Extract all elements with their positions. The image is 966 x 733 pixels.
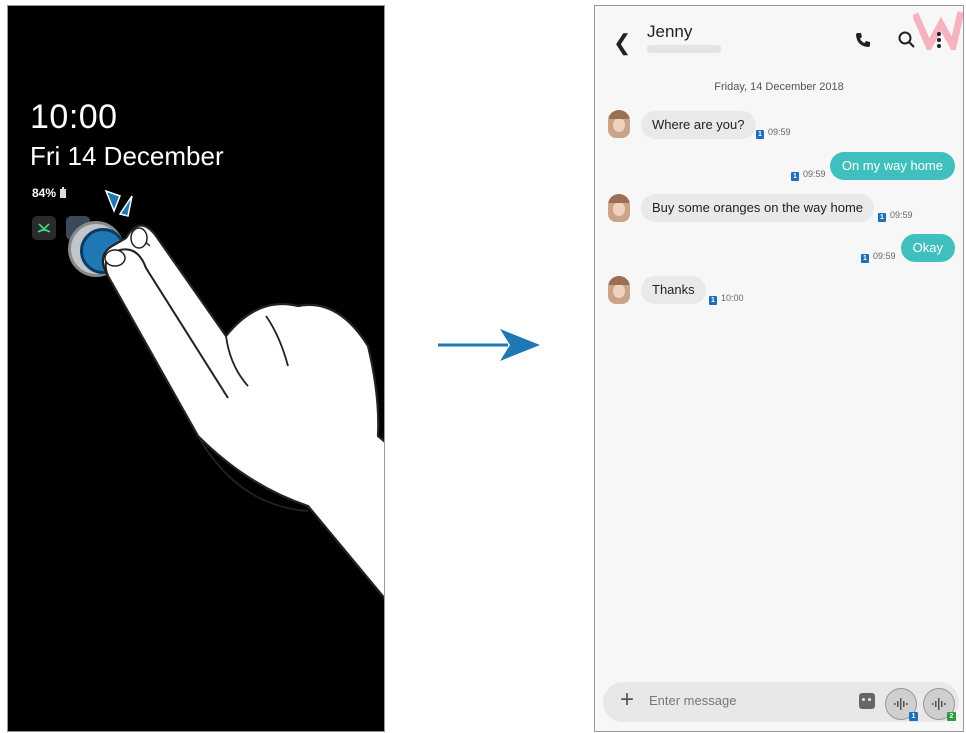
incoming-message-bubble[interactable]: Where are you? [641,111,756,139]
message-time: 09:59 [803,169,826,179]
message-input[interactable] [649,693,839,708]
add-attachment-icon[interactable]: + [620,688,634,712]
message-time: 09:59 [768,127,791,137]
message-time: 10:00 [721,293,744,303]
date-separator: Friday, 14 December 2018 [714,81,844,93]
message-timestamp: 1 09:59 [878,210,913,222]
messages-conversation-screen: ❮ Jenny Friday, 14 December 2018 Where a… [594,5,964,732]
message-timestamp: 1 09:59 [861,251,896,263]
sim-1-icon: 1 [756,130,764,139]
outgoing-message-bubble[interactable]: Okay [900,234,955,262]
message-composer: + 1 2 [603,682,959,722]
search-icon[interactable] [897,30,917,50]
incoming-message-bubble[interactable]: Thanks [641,276,706,304]
sim-2-badge: 2 [947,712,956,721]
voice-wave-icon [932,698,946,710]
contact-name: Jenny [647,22,693,41]
contact-avatar[interactable] [608,276,630,304]
message-time: 09:59 [873,251,896,261]
contact-number-redacted [647,45,721,53]
message-timestamp: 1 10:00 [709,293,744,305]
contact-avatar[interactable] [608,110,630,138]
sim-1-icon: 1 [861,254,869,263]
incoming-message-bubble[interactable]: Buy some oranges on the way home [641,194,875,222]
more-options-icon[interactable] [935,30,943,50]
transition-arrow-icon [438,329,540,361]
message-time: 09:59 [890,210,913,220]
sim-1-icon: 1 [709,296,717,305]
sim-1-badge: 1 [909,712,918,721]
voice-send-sim2-button[interactable]: 2 [923,688,956,721]
sim-1-icon: 1 [791,172,799,181]
message-timestamp: 1 09:59 [791,169,826,181]
message-timestamp: 1 09:59 [756,127,791,139]
sticker-icon[interactable] [859,693,875,709]
outgoing-message-bubble[interactable]: On my way home [829,152,955,180]
sim-1-icon: 1 [878,213,886,222]
voice-wave-icon [894,698,908,710]
phone-icon[interactable] [853,30,873,50]
tapping-hand-icon [101,189,384,600]
contact-avatar[interactable] [608,194,630,222]
back-icon[interactable]: ❮ [613,32,631,54]
always-on-display-screen: 10:00 Fri 14 December 84% [7,5,385,732]
voice-send-sim1-button[interactable]: 1 [885,688,918,721]
